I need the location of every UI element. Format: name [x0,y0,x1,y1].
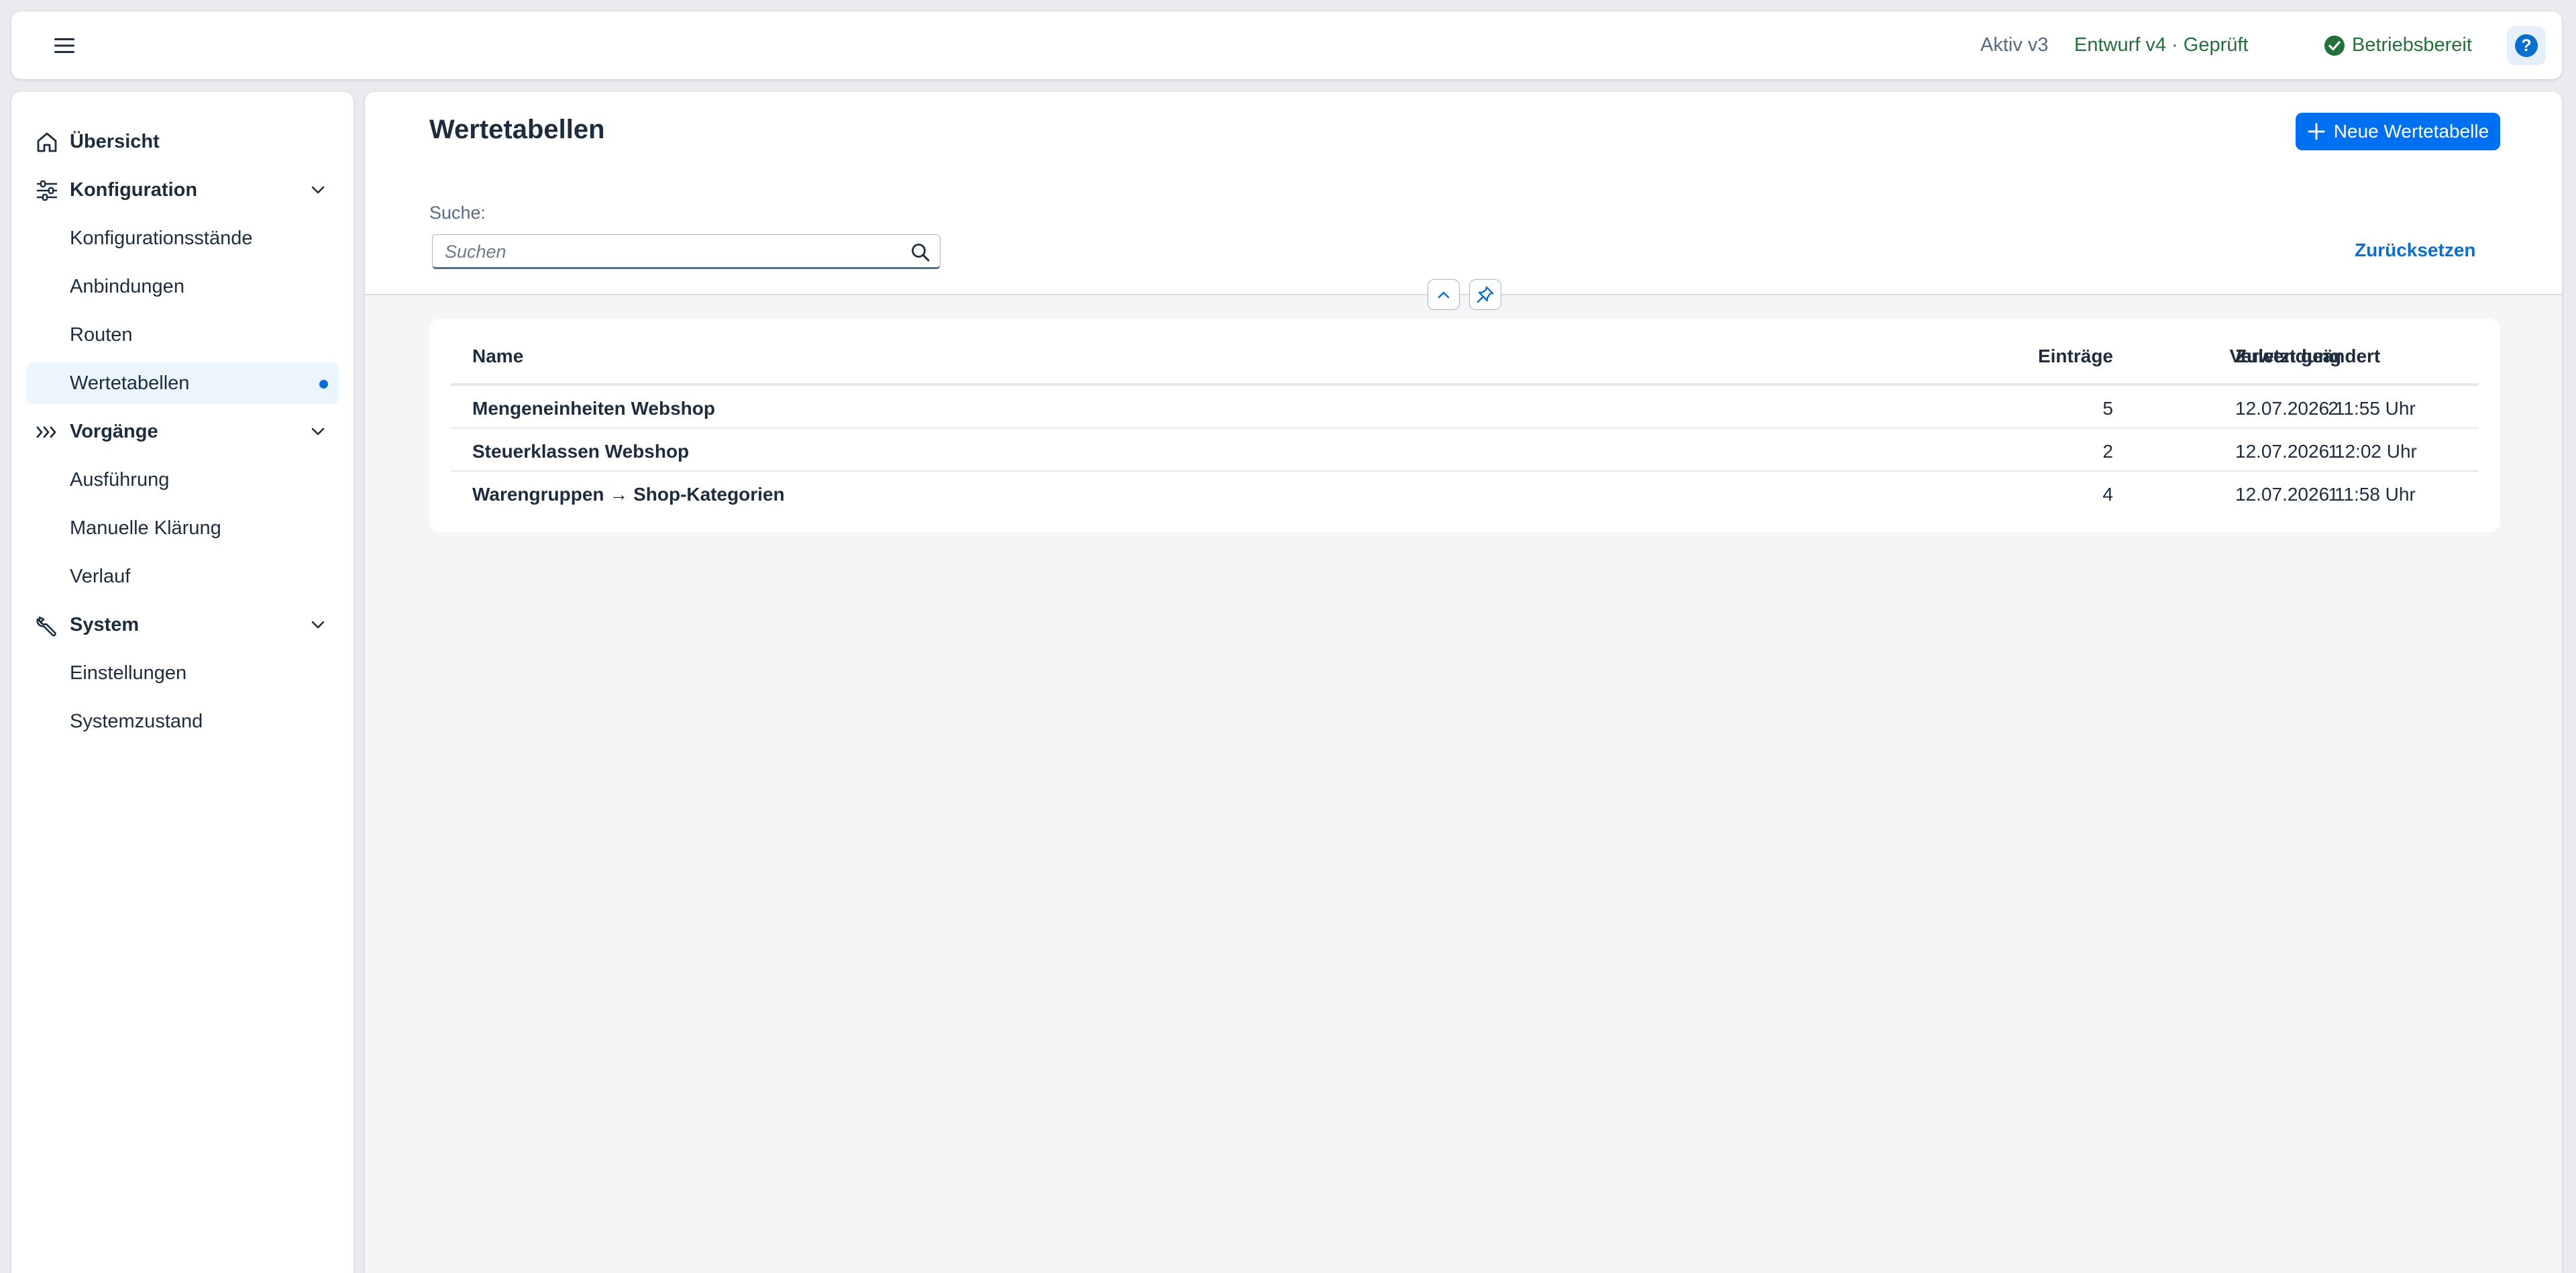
cell-entries: 4 [2102,484,2113,505]
pin-header-button[interactable] [1469,279,1501,310]
cell-modified: 12.07.2026 11:55 Uhr [2235,398,2416,419]
page-title: Wertetabellen [429,115,605,144]
main-content: Wertetabellen Neue Wertetabelle Suche: Z… [365,92,2562,1273]
nav-item-manuelle-klaerung[interactable]: Manuelle Klärung [26,507,339,549]
nav-item-label: Manuelle Klärung [70,517,221,539]
nav-item-label: Systemzustand [70,710,203,732]
header-toggle-group [1428,279,1501,310]
nav-item-einstellungen[interactable]: Einstellungen [26,652,339,694]
side-navigation: Übersicht Konfiguration Konfigurationsst… [11,92,354,1273]
reset-button[interactable]: Zurücksetzen [2355,240,2476,261]
nav-item-label: System [70,613,140,635]
collapse-header-button[interactable] [1428,279,1460,310]
shell-header: Aktiv v3 Entwurf v4 · Geprüft Betriebsbe… [11,11,2562,79]
pin-icon [1477,286,1494,303]
check-circle-icon [2324,35,2345,56]
cell-modified: 12.07.2026 11:58 Uhr [2235,484,2416,505]
nav-item-label: Anbindungen [70,275,184,297]
cell-entries: 2 [2102,441,2113,462]
new-value-table-label: Neue Wertetabelle [2333,121,2489,142]
nav-item-label: Verlauf [70,565,131,587]
nav-item-label: Konfiguration [70,179,198,201]
nav-item-systemzustand[interactable]: Systemzustand [26,701,339,742]
search-input[interactable] [445,235,888,268]
page-header-area: Wertetabellen Neue Wertetabelle Suche: Z… [365,92,2562,295]
nav-item-label: Konfigurationsstände [70,227,253,249]
sliders-icon [36,179,58,202]
operational-status-label: Betriebsbereit [2352,34,2472,56]
nav-item-ausfuehrung[interactable]: Ausführung [26,459,339,501]
chevron-down-icon[interactable] [309,181,327,199]
column-header-name[interactable]: Name [472,346,523,367]
nav-item-system[interactable]: System [26,604,339,646]
table-row[interactable]: Steuerklassen Webshop 2 1 12.07.2026 12:… [451,427,2479,470]
column-header-modified[interactable]: Zuletzt geändert [2235,346,2380,367]
nav-item-routen[interactable]: Routen [26,314,339,356]
cell-name: Mengeneinheiten Webshop [472,398,715,419]
new-value-table-button[interactable]: Neue Wertetabelle [2296,113,2500,150]
chevron-up-icon [1438,291,1450,299]
help-button[interactable]: ? [2507,26,2546,65]
table-row[interactable]: Warengruppen → Shop-Kategorien 4 1 12.07… [451,470,2479,513]
menu-button[interactable] [46,32,83,60]
active-version: Aktiv v3 [1980,34,2049,56]
home-icon [36,131,58,154]
process-icon [36,421,58,444]
plus-icon [2308,123,2325,140]
search-field[interactable] [432,234,941,269]
nav-item-wertetabellen[interactable]: Wertetabellen [26,362,339,404]
help-icon: ? [2515,34,2538,57]
cell-modified: 12.07.2026 12:02 Uhr [2235,441,2417,462]
nav-item-verlauf[interactable]: Verlauf [26,556,339,597]
search-label: Suche: [429,203,486,223]
value-tables-table: Name Einträge Verwendung Zuletzt geänder… [429,319,2500,532]
nav-item-label: Übersicht [70,130,160,152]
nav-item-label: Einstellungen [70,662,187,684]
cell-entries: 5 [2102,398,2113,419]
search-icon[interactable] [909,241,932,264]
wrench-icon [36,614,58,637]
nav-item-uebersicht[interactable]: Übersicht [26,121,339,162]
cell-name: Warengruppen → Shop-Kategorien [472,484,785,505]
nav-item-label: Vorgänge [70,420,158,442]
nav-item-anbindungen[interactable]: Anbindungen [26,266,339,307]
cell-name: Steuerklassen Webshop [472,441,690,462]
nav-item-label: Wertetabellen [70,372,190,394]
column-header-entries[interactable]: Einträge [2012,346,2113,367]
hamburger-icon [54,38,74,53]
draft-status[interactable]: Entwurf v4 · Geprüft [2074,11,2249,79]
nav-item-vorgaenge[interactable]: Vorgänge [26,411,339,452]
table-row[interactable]: Mengeneinheiten Webshop 5 2 12.07.2026 1… [451,385,2479,427]
operational-status: Betriebsbereit [2324,11,2472,79]
chevron-down-icon[interactable] [309,423,327,440]
chevron-down-icon[interactable] [309,616,327,633]
nav-item-konfiguration[interactable]: Konfiguration [26,169,339,211]
nav-item-label: Ausführung [70,468,170,491]
nav-item-label: Routen [70,323,133,346]
nav-item-konfigurationsstaende[interactable]: Konfigurationsstände [26,217,339,259]
selected-indicator [319,380,328,389]
